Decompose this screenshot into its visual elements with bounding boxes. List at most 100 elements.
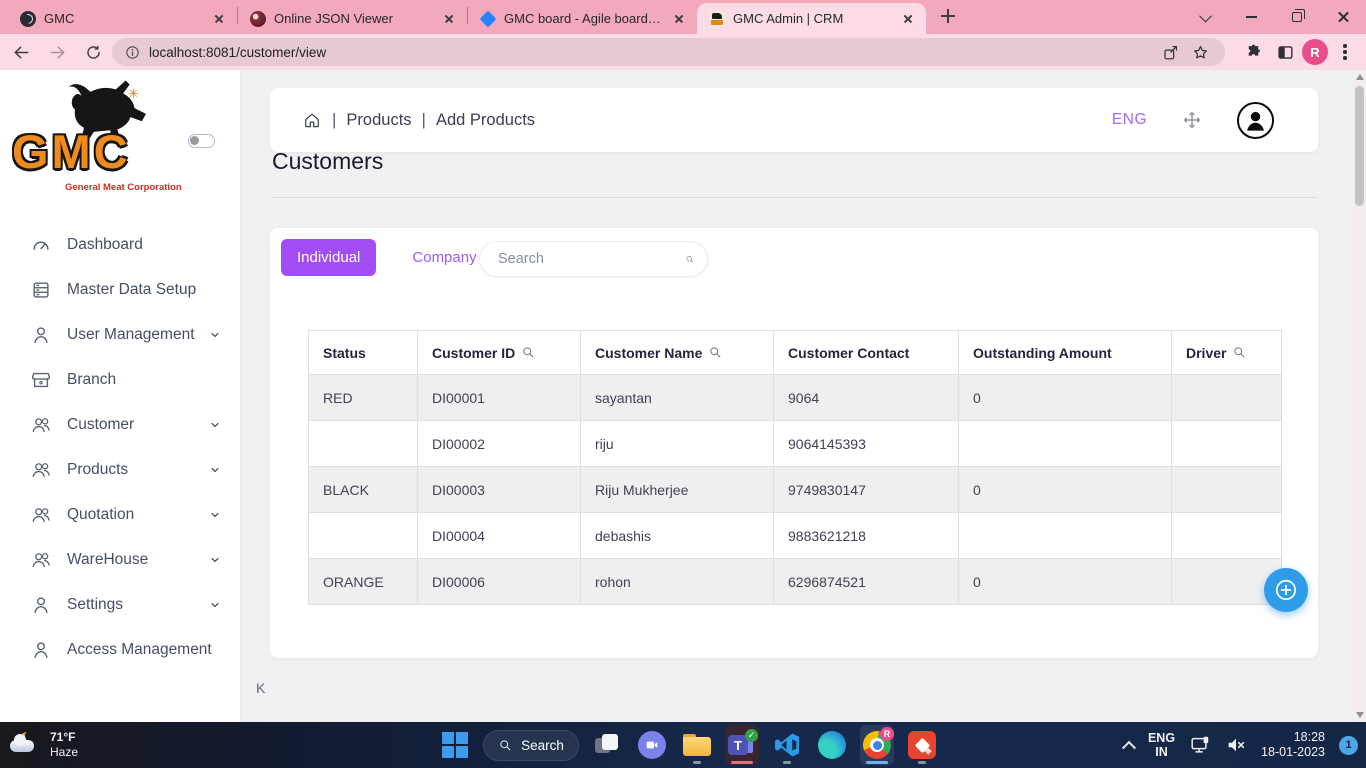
sidebar-item-branch[interactable]: Branch	[0, 357, 240, 402]
scroll-down-icon[interactable]	[1356, 712, 1364, 718]
search-icon[interactable]	[685, 250, 695, 269]
add-customer-fab[interactable]	[1264, 568, 1308, 612]
file-explorer-button[interactable]	[680, 725, 714, 765]
chat-button[interactable]	[635, 725, 669, 765]
sidebar-item-dashboard[interactable]: Dashboard	[0, 222, 240, 267]
col-customer-contact: Customer Contact	[774, 331, 959, 375]
address-bar[interactable]: localhost:8081/customer/view	[112, 38, 1225, 66]
breadcrumb-products[interactable]: Products	[346, 111, 411, 130]
browser-tab-json-viewer[interactable]: Online JSON Viewer	[238, 3, 467, 34]
globe-favicon	[20, 11, 36, 27]
sidebar-item-settings[interactable]: Settings	[0, 582, 240, 627]
close-button[interactable]	[1320, 0, 1366, 34]
browser-tab-gmc-admin-active[interactable]: GMC Admin | CRM	[697, 3, 926, 34]
minimize-button[interactable]	[1228, 0, 1274, 34]
table-row[interactable]: BLACK DI00003 Riju Mukherjee 9749830147 …	[309, 467, 1282, 513]
network-icon[interactable]	[1189, 734, 1211, 756]
edge-button[interactable]	[815, 725, 849, 765]
column-search-icon[interactable]	[1232, 345, 1247, 360]
chrome-button[interactable]: R	[860, 725, 894, 765]
sidebar-item-access-management[interactable]: Access Management	[0, 627, 240, 672]
browser-profile-avatar[interactable]: R	[1302, 39, 1328, 65]
red-diamond-app-icon	[908, 731, 936, 759]
language-indicator[interactable]: ENG IN	[1148, 731, 1175, 759]
user-icon	[30, 324, 52, 346]
taskbar-search[interactable]: Search	[483, 730, 579, 761]
column-search-icon[interactable]	[521, 345, 536, 360]
clock[interactable]: 18:28 18-01-2023	[1261, 730, 1325, 760]
tray-time: 18:28	[1261, 730, 1325, 745]
home-icon[interactable]	[302, 110, 322, 130]
side-panel-icon[interactable]	[1270, 37, 1300, 67]
col-status: Status	[309, 331, 418, 375]
sidebar-item-warehouse[interactable]: WareHouse	[0, 537, 240, 582]
user-avatar[interactable]	[1237, 102, 1274, 139]
sidebar-item-user-management[interactable]: User Management	[0, 312, 240, 357]
users-icon	[30, 504, 52, 526]
browser-tab-jira[interactable]: GMC board - Agile board - Jira	[468, 3, 697, 34]
sidebar-item-products[interactable]: Products	[0, 447, 240, 492]
tab-close-icon[interactable]	[671, 11, 687, 27]
tab-close-icon[interactable]	[441, 11, 457, 27]
restore-button[interactable]	[1274, 0, 1320, 34]
table-row[interactable]: RED DI00001 sayantan 9064 0	[309, 375, 1282, 421]
sidebar-item-master-data-setup[interactable]: Master Data Setup	[0, 267, 240, 312]
gmc-favicon	[709, 11, 725, 27]
vscode-button[interactable]	[770, 725, 804, 765]
tab-individual[interactable]: Individual	[281, 239, 376, 276]
table-row[interactable]: DI00004 debashis 9883621218	[309, 513, 1282, 559]
page-title: Customers	[272, 148, 383, 175]
site-info-icon[interactable]	[124, 44, 141, 61]
volume-muted-icon[interactable]	[1225, 734, 1247, 756]
back-button[interactable]	[6, 37, 36, 67]
sidebar-item-label: Dashboard	[67, 236, 222, 254]
forward-button[interactable]	[42, 37, 72, 67]
cell-customer-id: DI00004	[418, 513, 581, 559]
tab-close-icon[interactable]	[211, 11, 227, 27]
bookmark-star-icon[interactable]	[1185, 37, 1215, 67]
json-viewer-favicon	[250, 11, 266, 27]
tray-chevron-icon[interactable]	[1122, 741, 1136, 755]
tab-close-icon[interactable]	[900, 11, 916, 27]
search-input[interactable]	[498, 251, 685, 267]
cell-outstanding-amount	[959, 513, 1172, 559]
new-tab-button[interactable]	[934, 2, 962, 30]
weather-widget[interactable]: 71°F Haze	[10, 722, 78, 768]
notification-badge[interactable]: 1	[1339, 736, 1358, 755]
cell-customer-id: DI00006	[418, 559, 581, 605]
gmc-logo[interactable]: ✳ GMC General Meat Corporation	[10, 78, 190, 208]
breadcrumb-add-products[interactable]: Add Products	[436, 111, 535, 130]
start-button[interactable]	[438, 725, 472, 765]
cell-customer-id: DI00002	[418, 421, 581, 467]
sidebar-item-label: Branch	[67, 371, 222, 389]
sidebar-item-label: Products	[67, 461, 208, 479]
column-search-icon[interactable]	[708, 345, 723, 360]
language-selector[interactable]: ENG	[1112, 111, 1147, 129]
chevron-down-icon	[208, 463, 222, 477]
sidebar-toggle[interactable]	[188, 134, 215, 148]
sidebar-item-label: Master Data Setup	[67, 281, 222, 299]
moon-cloud-icon	[10, 732, 40, 758]
red-diamond-app-button[interactable]	[905, 725, 939, 765]
browser-menu-icon[interactable]	[1330, 37, 1360, 67]
reload-button[interactable]	[78, 37, 108, 67]
table-row[interactable]: ORANGE DI00006 rohon 6296874521 0	[309, 559, 1282, 605]
cell-driver	[1172, 513, 1282, 559]
table-row[interactable]: DI00002 riju 9064145393	[309, 421, 1282, 467]
tab-search-chevron-button[interactable]	[1182, 0, 1228, 34]
scroll-up-icon[interactable]	[1356, 74, 1364, 80]
tab-company[interactable]: Company	[400, 249, 488, 266]
extensions-icon[interactable]	[1238, 37, 1268, 67]
sidebar-item-customer[interactable]: Customer	[0, 402, 240, 447]
tab-title: GMC	[44, 11, 203, 26]
move-arrows-icon[interactable]	[1181, 109, 1203, 131]
scrollbar-thumb[interactable]	[1355, 86, 1364, 206]
sidebar-item-quotation[interactable]: Quotation	[0, 492, 240, 537]
page-scrollbar[interactable]	[1353, 70, 1366, 722]
share-icon[interactable]	[1155, 37, 1185, 67]
task-view-button[interactable]	[590, 725, 624, 765]
sidebar-item-label: WareHouse	[67, 551, 208, 569]
teams-button[interactable]: T ✓	[725, 725, 759, 765]
browser-tab-gmc[interactable]: GMC	[8, 3, 237, 34]
cell-customer-contact: 6296874521	[774, 559, 959, 605]
